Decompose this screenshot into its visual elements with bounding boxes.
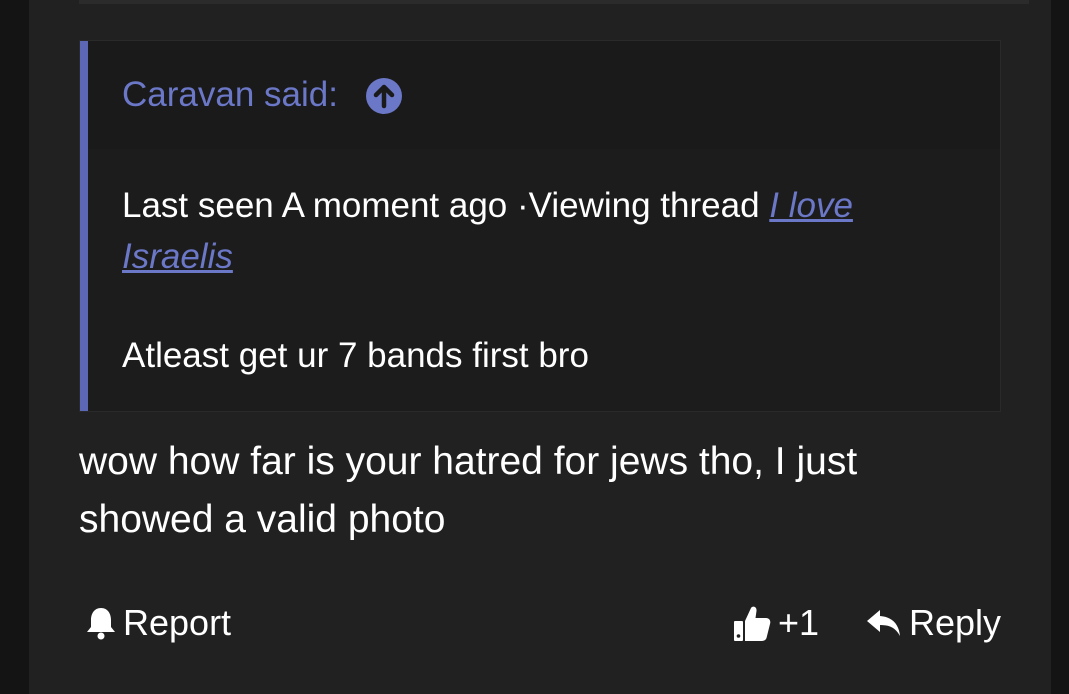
arrow-up-circle-icon[interactable] xyxy=(366,78,402,114)
top-divider xyxy=(79,0,1029,4)
post-actions: Report +1 Reply xyxy=(29,598,1051,648)
like-count: +1 xyxy=(778,602,820,643)
reply-arrow-icon xyxy=(867,610,900,636)
quote-body-text: Last seen A moment ago ·Viewing thread xyxy=(122,186,770,225)
quote-text: Atleast get ur 7 bands first bro xyxy=(122,336,589,375)
quote-body: Last seen A moment ago ·Viewing thread I… xyxy=(122,180,952,282)
reply-button[interactable]: Reply xyxy=(865,598,1001,648)
reply-label: Reply xyxy=(909,602,1002,643)
report-label: Report xyxy=(123,602,232,643)
quote-block: Caravan said: Last seen A moment ago ·Vi… xyxy=(79,40,1001,412)
quote-accent-bar xyxy=(80,41,88,411)
like-button[interactable]: +1 xyxy=(732,598,819,648)
thumbs-up-icon xyxy=(734,606,771,641)
page: Caravan said: Last seen A moment ago ·Vi… xyxy=(0,0,1069,694)
forum-post: Caravan said: Last seen A moment ago ·Vi… xyxy=(29,0,1051,694)
bell-icon xyxy=(87,608,115,640)
quote-author[interactable]: Caravan said: xyxy=(122,75,338,115)
report-button[interactable]: Report xyxy=(85,598,231,648)
post-message: wow how far is your hatred for jews tho,… xyxy=(79,440,858,541)
quote-header: Caravan said: xyxy=(88,41,1000,149)
